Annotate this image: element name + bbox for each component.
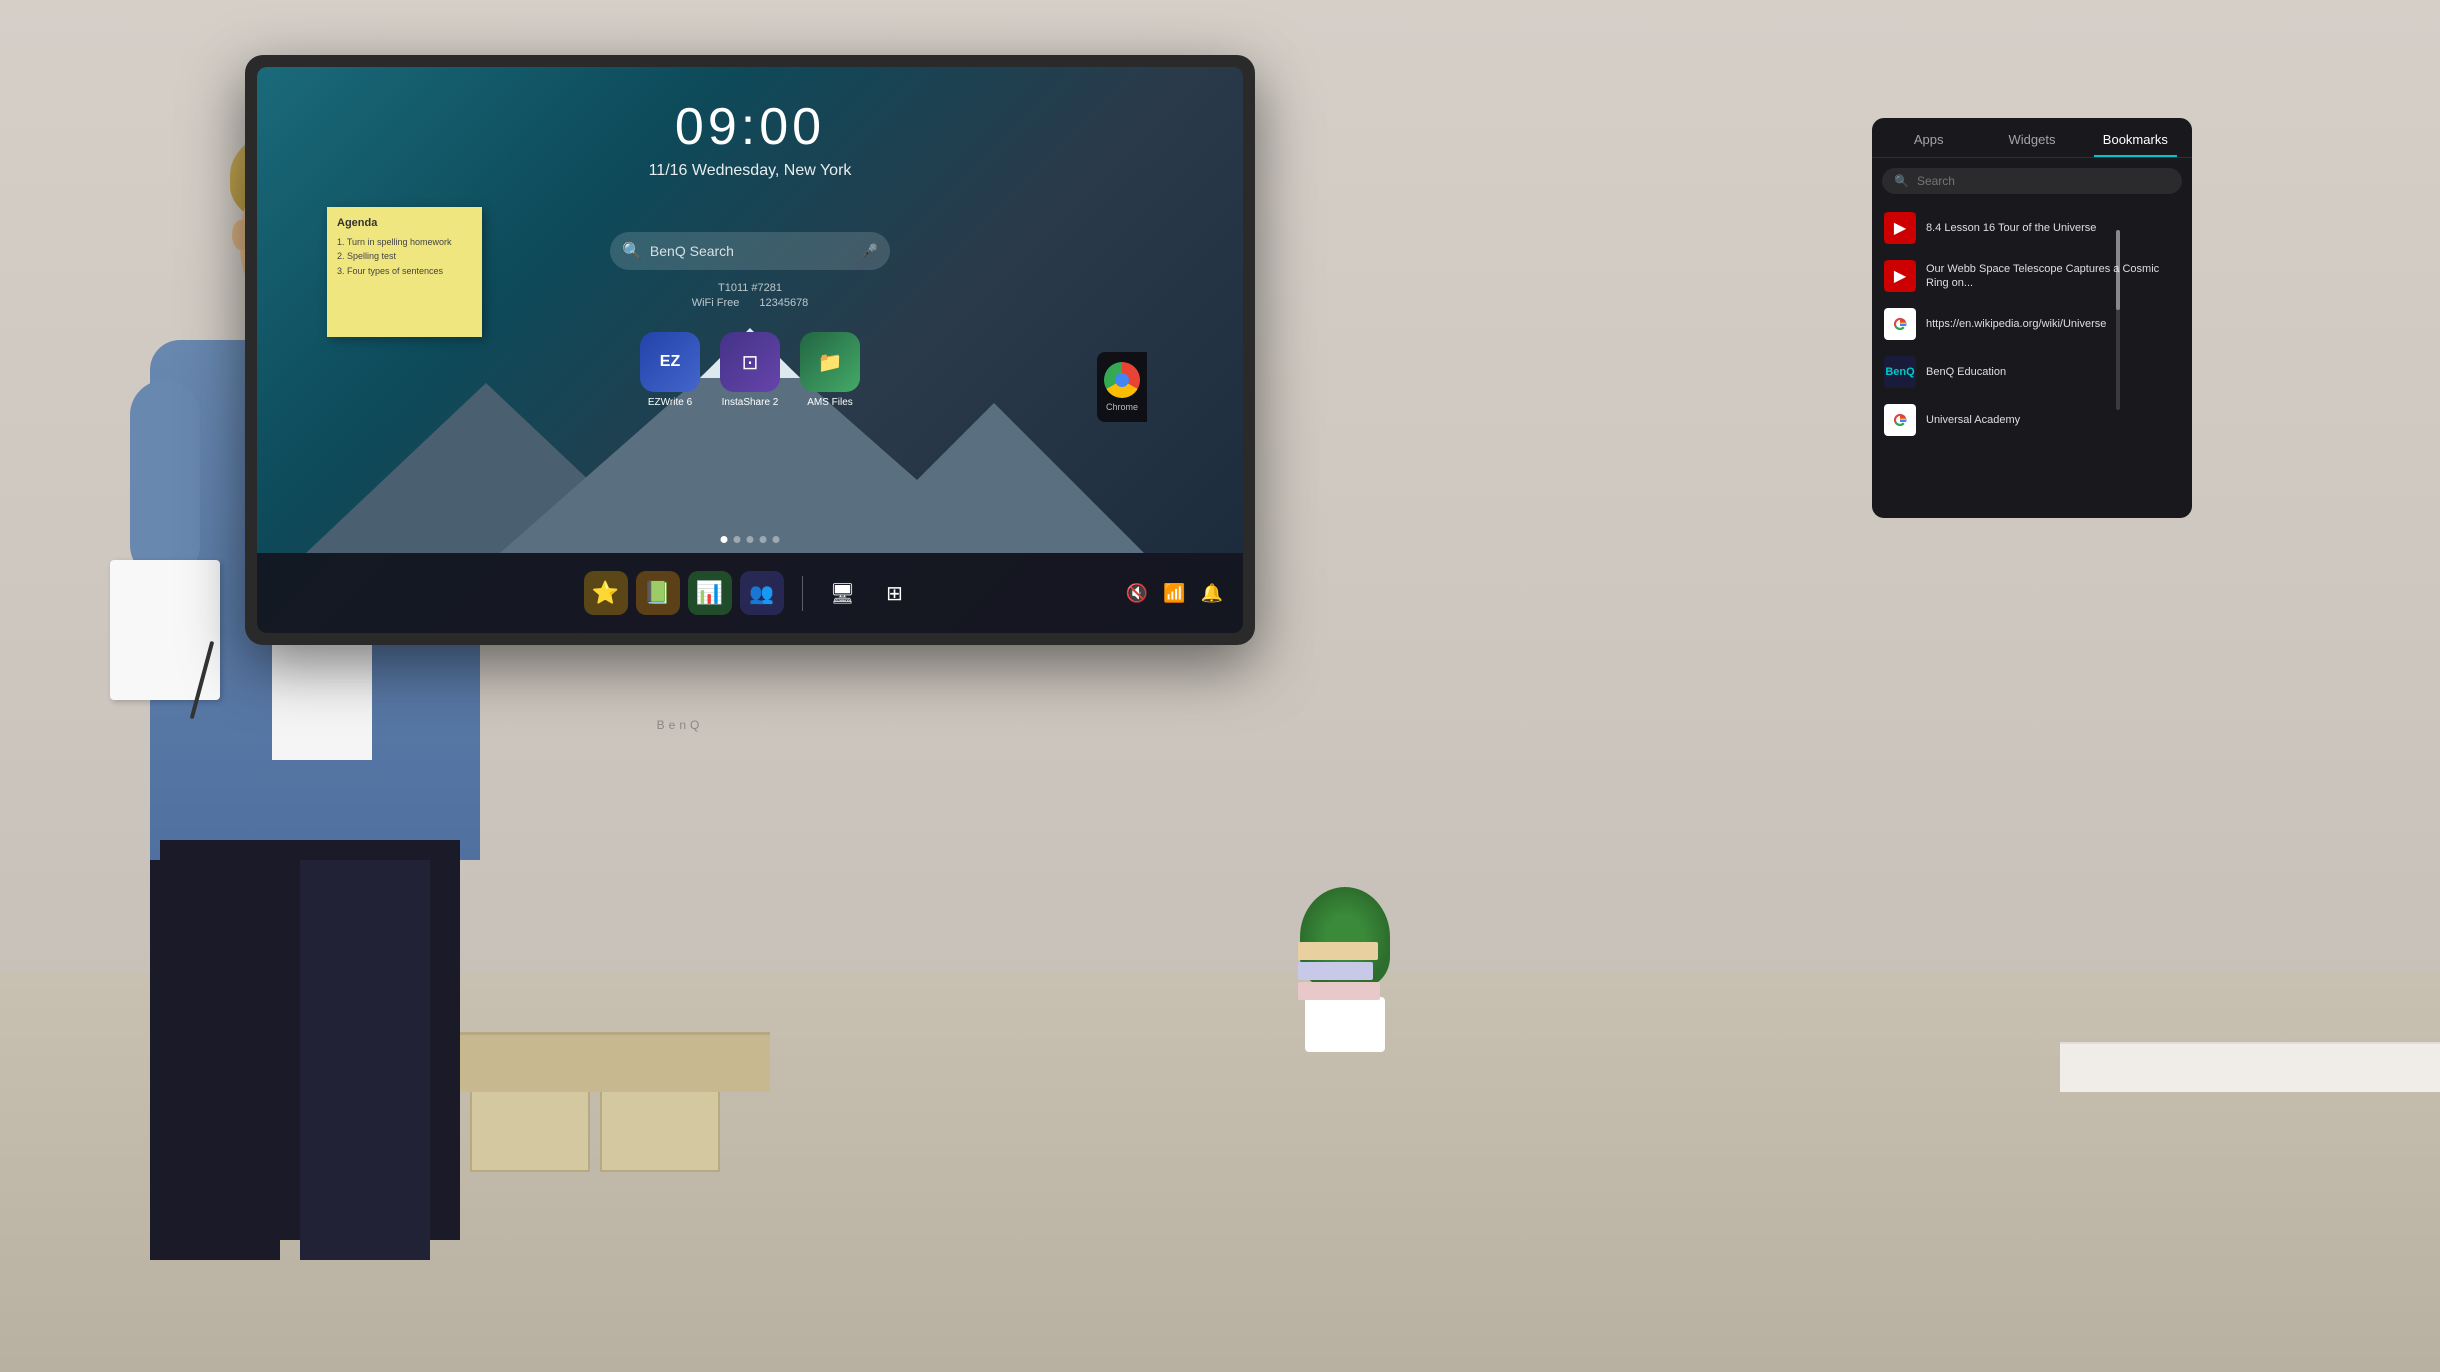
chair-2 xyxy=(470,1082,590,1172)
plant-pot xyxy=(1305,997,1385,1052)
bookmark-item-2[interactable]: ▶ Our Webb Space Telescope Captures a Co… xyxy=(1872,252,2192,300)
app-ams[interactable]: 📁 AMS Files xyxy=(800,332,860,408)
bookmark-title-2: Our Webb Space Telescope Captures a Cosm… xyxy=(1926,262,2180,291)
taskbar: ⭐ 📗 📊 👥 🖥 ⊞ 🔇 📶 🔔 xyxy=(257,553,1243,633)
wifi-status: WiFi Free xyxy=(692,297,740,309)
taskbar-screen-icon[interactable]: 🖥 xyxy=(821,571,865,615)
taskbar-mute-icon[interactable]: 🔇 xyxy=(1126,583,1148,604)
dot-2 xyxy=(734,536,741,543)
panel-search-bar[interactable]: 🔍 xyxy=(1882,168,2182,194)
tab-widgets[interactable]: Widgets xyxy=(1980,118,2083,157)
bookmark-title-5: Universal Academy xyxy=(1926,413,2020,427)
sticky-item-1: 1. Turn in spelling homework xyxy=(337,235,472,249)
screen-clock-area: 09:00 11/16 Wednesday, New York xyxy=(257,97,1243,180)
bookmark-item-1[interactable]: ▶ 8.4 Lesson 16 Tour of the Universe xyxy=(1872,204,2192,252)
search-input-label: BenQ Search xyxy=(650,243,734,259)
dot-4 xyxy=(760,536,767,543)
clock-date: 11/16 Wednesday, New York xyxy=(257,162,1243,180)
taskbar-star-icon[interactable]: ⭐ xyxy=(584,571,628,615)
person-leg-left xyxy=(150,860,280,1260)
taskbar-bell-icon[interactable]: 🔔 xyxy=(1201,583,1223,604)
panel-search-icon: 🔍 xyxy=(1894,174,1909,188)
sticky-note-title: Agenda xyxy=(337,217,472,229)
ezwrite-icon: EZ xyxy=(640,332,700,392)
bookmarks-panel: Apps Widgets Bookmarks 🔍 ▶ 8.4 Lesson 16… xyxy=(1872,118,2192,518)
ezwrite-label: EZWrite 6 xyxy=(648,397,692,408)
person-leg-right xyxy=(300,860,430,1260)
bookmark-icon-chrome-5 xyxy=(1884,404,1916,436)
screen-page-dots xyxy=(721,536,780,543)
room-id: T1011 #7281 xyxy=(692,282,809,294)
sticky-item-3: 3. Four types of sentences xyxy=(337,264,472,278)
sticky-note[interactable]: Agenda 1. Turn in spelling homework 2. S… xyxy=(327,207,482,337)
taskbar-teams-icon[interactable]: 👥 xyxy=(740,571,784,615)
panel-tabs: Apps Widgets Bookmarks xyxy=(1872,118,2192,158)
taskbar-right-icons: 🔇 📶 🔔 xyxy=(1126,583,1223,604)
bookmark-title-1: 8.4 Lesson 16 Tour of the Universe xyxy=(1926,221,2096,235)
ams-icon: 📁 xyxy=(800,332,860,392)
bookmark-list: ▶ 8.4 Lesson 16 Tour of the Universe ▶ O… xyxy=(1872,200,2192,518)
bookmark-title-3: https://en.wikipedia.org/wiki/Universe xyxy=(1926,317,2106,331)
right-shelf xyxy=(2060,1042,2440,1092)
bookmark-item-5[interactable]: Universal Academy xyxy=(1872,396,2192,444)
phone-number: 12345678 xyxy=(759,297,808,309)
person-arm-left xyxy=(130,380,200,580)
tab-bookmarks[interactable]: Bookmarks xyxy=(2084,118,2187,157)
taskbar-wifi-icon[interactable]: 📶 xyxy=(1163,583,1185,604)
bookmark-item-3[interactable]: https://en.wikipedia.org/wiki/Universe xyxy=(1872,300,2192,348)
inshare-label: InstaShare 2 xyxy=(722,397,779,408)
app-inshare[interactable]: ⊡ InstaShare 2 xyxy=(720,332,780,408)
sticky-item-2: 2. Spelling test xyxy=(337,249,472,263)
dot-3 xyxy=(747,536,754,543)
bookmark-item-4[interactable]: BenQ BenQ Education xyxy=(1872,348,2192,396)
chair-3 xyxy=(600,1082,720,1172)
bookmark-icon-youtube-1: ▶ xyxy=(1884,212,1916,244)
tv-frame: 09:00 11/16 Wednesday, New York 🔍 BenQ S… xyxy=(245,55,1255,645)
taskbar-book-icon[interactable]: 📗 xyxy=(636,571,680,615)
taskbar-grid-icon[interactable]: ⊞ xyxy=(873,571,917,615)
dot-1 xyxy=(721,536,728,543)
device-info: T1011 #7281 WiFi Free 12345678 xyxy=(692,282,809,309)
bookmark-title-4: BenQ Education xyxy=(1926,365,2006,379)
screen-apps-row: EZ EZWrite 6 ⊡ InstaShare 2 📁 AMS Files xyxy=(640,332,860,408)
tab-apps[interactable]: Apps xyxy=(1877,118,1980,157)
microphone-icon: 🎤 xyxy=(861,243,878,260)
bookmark-icon-google-3 xyxy=(1884,308,1916,340)
panel-search-input[interactable] xyxy=(1917,174,2170,188)
search-icon: 🔍 xyxy=(622,241,642,261)
taskbar-divider xyxy=(802,576,803,611)
taskbar-chart-icon[interactable]: 📊 xyxy=(688,571,732,615)
benq-brand: BenQ xyxy=(657,718,704,732)
books-stack xyxy=(1298,942,1380,1002)
search-bar[interactable]: 🔍 BenQ Search 🎤 xyxy=(610,232,890,270)
ams-label: AMS Files xyxy=(807,397,853,408)
bookmark-icon-youtube-2: ▶ xyxy=(1884,260,1916,292)
inshare-icon: ⊡ xyxy=(720,332,780,392)
chrome-partial-icon[interactable]: Chrome xyxy=(1097,352,1147,422)
app-ezwrite[interactable]: EZ EZWrite 6 xyxy=(640,332,700,408)
tv-screen: 09:00 11/16 Wednesday, New York 🔍 BenQ S… xyxy=(257,67,1243,633)
dot-5 xyxy=(773,536,780,543)
bookmark-icon-benq: BenQ xyxy=(1884,356,1916,388)
clock-time: 09:00 xyxy=(257,97,1243,157)
panel-scrollbar[interactable] xyxy=(2116,230,2120,410)
mountain-right xyxy=(844,403,1144,553)
panel-scrollbar-thumb xyxy=(2116,230,2120,310)
